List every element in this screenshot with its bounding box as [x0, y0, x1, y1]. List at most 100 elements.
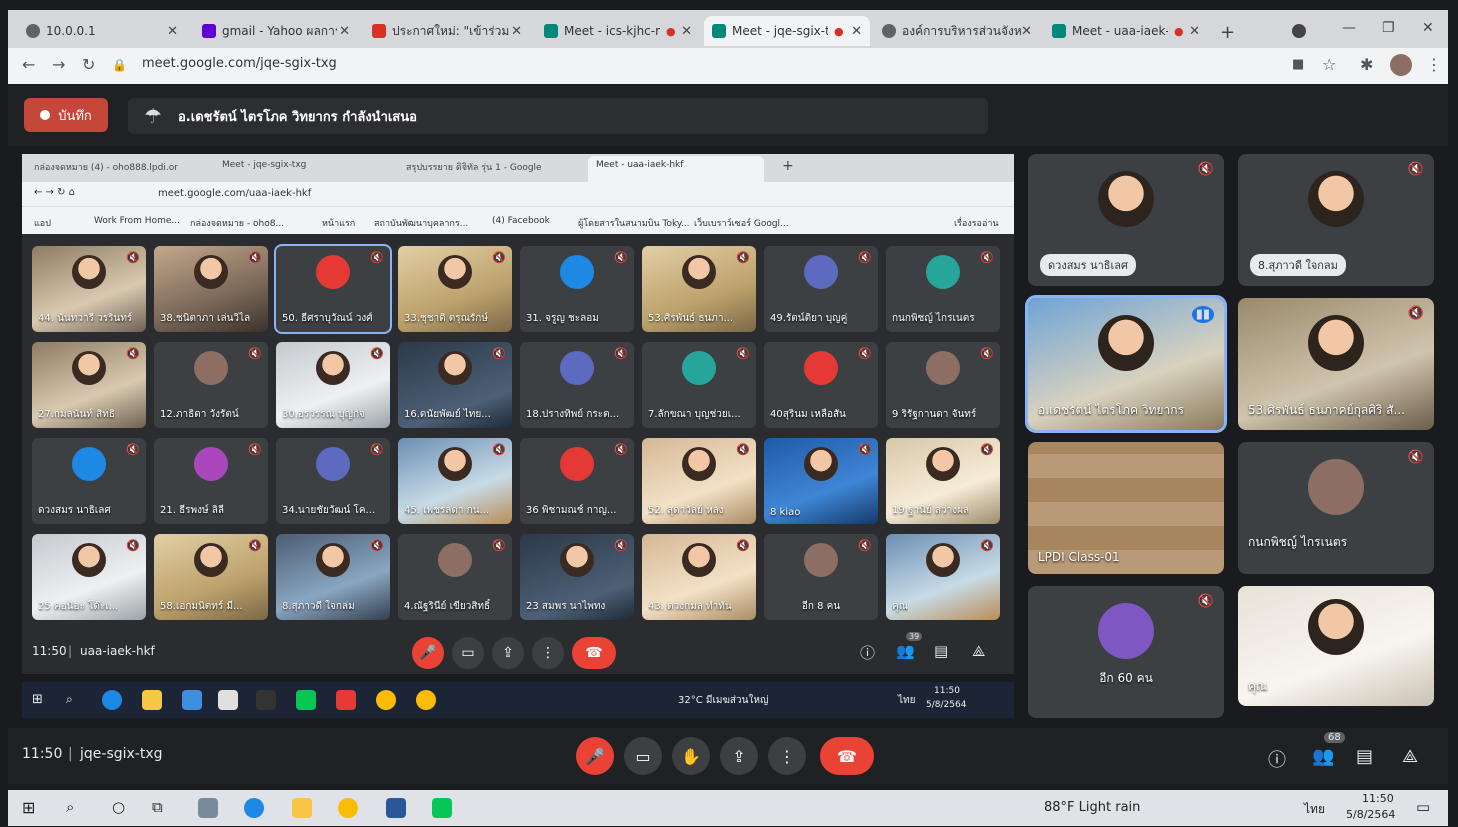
info-icon[interactable]: ⓘ — [1268, 746, 1286, 772]
record-button[interactable]: บันทึก — [24, 98, 108, 132]
mic-off-button[interactable]: 🎤 — [412, 637, 444, 669]
app-icon[interactable] — [198, 798, 218, 818]
camera-button[interactable]: ▭ — [452, 637, 484, 669]
edge-icon[interactable] — [244, 798, 264, 818]
participant-tile[interactable]: 🔇 52. สุดาวัลย์ หลง — [642, 438, 756, 524]
participant-tile[interactable]: 🔇 กนกพิชญ์ ไกรเนตร — [886, 246, 1000, 332]
chrome-icon[interactable] — [338, 798, 358, 818]
camera-button[interactable]: ▭ — [624, 737, 662, 775]
url-input[interactable]: meet.google.com/jqe-sgix-txg — [142, 56, 337, 71]
raise-hand-button[interactable]: ✋ — [672, 737, 710, 775]
close-icon[interactable]: ✕ — [339, 24, 350, 39]
participant-tile[interactable]: 🔇 44. นันทวารี วรรินทร์ — [32, 246, 146, 332]
edge-icon[interactable] — [102, 690, 122, 710]
maximize-icon[interactable]: ❐ — [1382, 20, 1395, 36]
participant-tile[interactable]: 🔇 ดวงสมร นาธิเลศ — [1028, 154, 1224, 286]
close-icon[interactable]: ✕ — [1021, 24, 1032, 39]
search-icon[interactable]: ⌕ — [66, 798, 74, 816]
participant-tile[interactable]: 🔇 18.ปรางทิพย์ กระต... — [520, 342, 634, 428]
participant-tile[interactable]: 🔇 12.ภาธิดา วังรัตน์ — [154, 342, 268, 428]
close-icon[interactable]: ✕ — [511, 24, 522, 39]
participant-tile[interactable]: 🔇 49.รัตน์ติยา บุญคู่ — [764, 246, 878, 332]
search-icon[interactable]: ⌕ — [66, 692, 73, 707]
participant-tile[interactable]: 🔇 8 kiao — [764, 438, 878, 524]
info-icon[interactable]: ⓘ — [860, 642, 875, 663]
more-options-button[interactable]: ⋮ — [768, 737, 806, 775]
participant-tile[interactable]: 🔇 33.ชุชาติ ตรุณรักษ์ — [398, 246, 512, 332]
participant-tile[interactable]: 🔇 คุณ — [886, 534, 1000, 620]
tab-router[interactable]: 10.0.0.1 ✕ — [18, 16, 186, 46]
participant-tile[interactable]: 🔇 7.ลักขณา บุญช่วยเ... — [642, 342, 756, 428]
pdf-icon[interactable] — [336, 690, 356, 710]
leave-call-button[interactable]: ☎ — [572, 637, 616, 669]
chat-icon[interactable]: ▤ — [1356, 746, 1373, 767]
folder-icon[interactable] — [142, 690, 162, 710]
close-icon[interactable]: ✕ — [1189, 24, 1200, 39]
present-button[interactable]: ⇪ — [492, 637, 524, 669]
inner-tab-active[interactable]: Meet - uaa-iaek-hkf — [588, 156, 764, 182]
participant-tile[interactable]: ▮▮ อ.เดชรัตน์ ไตรโภค วิทยากร — [1025, 295, 1227, 433]
minimize-icon[interactable]: — — [1342, 20, 1356, 36]
activities-icon[interactable]: ⟁ — [972, 642, 985, 660]
participant-tile[interactable]: 🔇 9 ริรัฐกานดา จันทร์ — [886, 342, 1000, 428]
close-icon[interactable]: ✕ — [681, 24, 692, 39]
inner-tab[interactable]: สรุปบรรยาย ดิจิทัล รุ่น 1 - Google — [406, 160, 576, 174]
back-icon[interactable]: ← — [22, 55, 35, 74]
participant-tile[interactable]: 🔇 21. ธีรพงษ์ ลิลี — [154, 438, 268, 524]
close-icon[interactable]: ✕ — [851, 24, 862, 39]
people-icon[interactable]: 👥 — [896, 642, 915, 660]
bolt-icon[interactable] — [256, 690, 276, 710]
activities-icon[interactable]: ⟁ — [1402, 746, 1418, 767]
participant-tile[interactable]: 🔇 53.ศิรพันธ์ ธนภา... — [642, 246, 756, 332]
participant-tile[interactable]: 🔇 27.กมลนันท์ สิทธิ — [32, 342, 146, 428]
tab-search-icon[interactable] — [1292, 24, 1306, 38]
present-button[interactable]: ⇪ — [720, 737, 758, 775]
participant-tile[interactable]: 🔇 19 ฐานิย์ สว่างผล — [886, 438, 1000, 524]
menu-icon[interactable]: ⋮ — [1426, 55, 1442, 74]
line-icon[interactable] — [432, 798, 452, 818]
task-view-icon[interactable]: ⧉ — [152, 798, 163, 816]
chrome-icon[interactable] — [376, 690, 396, 710]
notification-icon[interactable]: ▭ — [1416, 798, 1430, 816]
participant-tile[interactable]: 🔇 58.เอกมนิตทร์ มี... — [154, 534, 268, 620]
participant-tile[interactable]: 🔇 อีก 8 คน — [764, 534, 878, 620]
line-icon[interactable] — [296, 690, 316, 710]
more-options-button[interactable]: ⋮ — [532, 637, 564, 669]
mail-icon[interactable] — [182, 690, 202, 710]
participant-tile[interactable]: 🔇 อีก 60 คน — [1028, 586, 1224, 718]
tab-yahoo[interactable]: gmail - Yahoo ผลการค้นหา✕ — [194, 16, 358, 46]
participant-tile[interactable]: 🔇 30.อรวรรณ บุญกิจ — [276, 342, 390, 428]
participant-tile[interactable]: 🔇 8.สุภาวดี ใจกลม — [1238, 154, 1434, 286]
mic-off-button[interactable]: 🎤 — [576, 737, 614, 775]
participant-tile[interactable]: 🔇 43. ดวงกมล ทำทัน — [642, 534, 756, 620]
new-tab-button[interactable]: + — [782, 158, 794, 174]
folder-icon[interactable] — [292, 798, 312, 818]
participant-tile[interactable]: 🔇 50. ธีศราบุวัณน์ วงศ์ — [274, 244, 392, 334]
avatar[interactable] — [1390, 54, 1412, 76]
participant-tile[interactable]: 🔇 53.ศิรพันธ์ ธนภาคย์กุลศิริ สั... — [1238, 298, 1434, 430]
chrome-icon[interactable] — [416, 690, 436, 710]
participant-tile[interactable]: 🔇 8.สุภาวดี ใจกล่ม — [276, 534, 390, 620]
participant-tile[interactable]: คุณ — [1238, 586, 1434, 706]
participant-tile[interactable]: 🔇 40สุรินม เหลือสัน — [764, 342, 878, 428]
participant-tile[interactable]: 🔇 25 คอนิอะ โด๊ะเ... — [32, 534, 146, 620]
dropbox-icon[interactable] — [218, 690, 238, 710]
reload-icon[interactable]: ↻ — [82, 55, 95, 74]
tab-org[interactable]: องค์การบริหารส่วนจังหวัด✕ — [874, 16, 1040, 46]
close-icon[interactable]: ✕ — [167, 24, 178, 39]
participant-tile[interactable]: 🔇 38.ชนิตาภา เล่นวิไล — [154, 246, 268, 332]
people-icon[interactable]: 👥 — [1312, 746, 1334, 767]
camera-icon[interactable]: ■ — [1292, 57, 1304, 72]
participant-tile[interactable]: LPDI Class-01 — [1028, 442, 1224, 574]
cortana-icon[interactable]: ○ — [112, 798, 125, 816]
participant-tile[interactable]: 🔇 23 สมพร นาไพทง — [520, 534, 634, 620]
forward-icon[interactable]: → — [52, 55, 65, 74]
participant-tile[interactable]: 🔇 16.ดนัยพัฒย์ ไทย... — [398, 342, 512, 428]
tab-meet-jqe[interactable]: Meet - jqe-sgix-t ● ✕ — [704, 16, 870, 46]
windows-icon[interactable]: ⊞ — [22, 798, 35, 817]
chat-icon[interactable]: ▤ — [934, 642, 948, 660]
participant-tile[interactable]: 🔇 34.นายชัยวัฒน์ โค... — [276, 438, 390, 524]
star-icon[interactable]: ☆ — [1322, 55, 1336, 74]
participant-tile[interactable]: 🔇 31. จรูญ ชะลอม — [520, 246, 634, 332]
participant-tile[interactable]: 🔇 4.ณัฐรินีย์ เขียวสิทธิ์ — [398, 534, 512, 620]
